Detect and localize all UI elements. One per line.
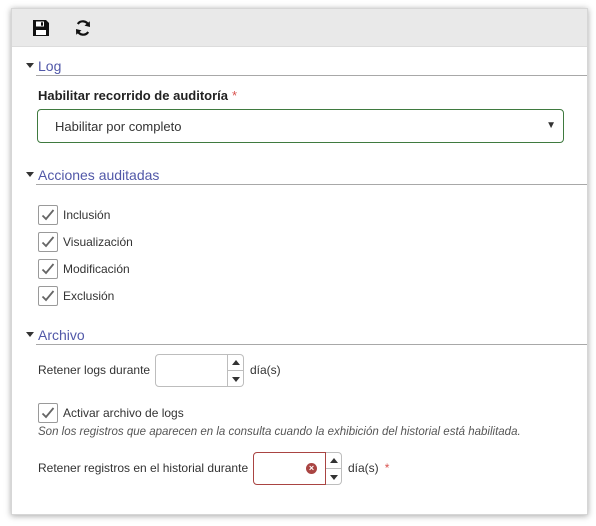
section-divider [36,184,587,185]
section-actions-title: Acciones auditadas [38,167,160,183]
retain-logs-input[interactable] [155,354,228,387]
checkmark-icon [41,290,55,302]
refresh-button[interactable] [69,15,97,41]
checkbox-activate-archive[interactable] [38,403,58,423]
retain-history-label: Retener registros en el historial durant… [38,461,249,475]
archive-help-text: Son los registros que aparecen en la con… [38,426,521,438]
checkmark-icon [41,236,55,248]
collapse-caret-icon [26,332,34,337]
checkmark-icon [41,263,55,275]
section-divider [36,344,587,345]
required-asterisk: * [232,88,238,103]
checkbox-label: Exclusión [63,289,115,303]
checkbox-label: Inclusión [63,208,111,222]
checkbox-modification[interactable] [38,259,58,279]
checkbox-exclusion[interactable] [38,286,58,306]
section-log-title: Log [38,58,62,74]
arrow-down-icon [231,376,240,382]
refresh-icon [76,20,90,36]
error-icon: × [306,463,317,474]
retain-logs-label: Retener logs durante [38,363,151,377]
section-archive-title: Archivo [38,327,85,343]
toolbar [12,9,587,47]
retain-logs-spinner [228,354,244,387]
retain-history-spinner [326,452,342,485]
section-archive-header[interactable]: Archivo [12,326,587,346]
increment-button[interactable] [228,355,243,371]
arrow-up-icon [231,360,240,365]
collapse-caret-icon [26,172,34,177]
checkbox-label: Activar archivo de logs [63,406,184,420]
decrement-button[interactable] [228,371,243,387]
section-divider [36,75,587,76]
retain-history-unit: día(s) * [348,461,389,475]
checkbox-label: Visualización [63,235,133,249]
retain-logs-unit: día(s) [250,363,281,377]
arrow-up-icon [329,458,338,463]
checkmark-icon [41,407,55,419]
dropdown-arrow-icon: ▼ [546,120,556,131]
checkbox-label: Modificación [63,262,130,276]
audit-trail-select-value: Habilitar por completo [55,119,182,134]
checkbox-visualization[interactable] [38,232,58,252]
checkbox-inclusion[interactable] [38,205,58,225]
arrow-down-icon [329,474,338,480]
checkmark-icon [41,209,55,221]
required-asterisk: * [384,461,390,475]
section-actions-header[interactable]: Acciones auditadas [12,166,587,186]
save-button[interactable] [27,15,55,41]
audit-settings-panel: Log Habilitar recorrido de auditoría * Ha… [11,8,588,515]
retain-history-unit-text: día(s) [348,461,379,475]
audit-trail-label-text: Habilitar recorrido de auditoría [38,88,228,103]
floppy-disk-icon [33,20,49,36]
collapse-caret-icon [26,63,34,68]
increment-button[interactable] [326,453,341,469]
audit-trail-label: Habilitar recorrido de auditoría * [38,88,237,103]
audit-trail-select[interactable]: Habilitar por completo ▼ [37,109,564,143]
decrement-button[interactable] [326,469,341,485]
retain-history-input[interactable]: × [253,452,326,485]
section-log-header[interactable]: Log [12,57,587,77]
